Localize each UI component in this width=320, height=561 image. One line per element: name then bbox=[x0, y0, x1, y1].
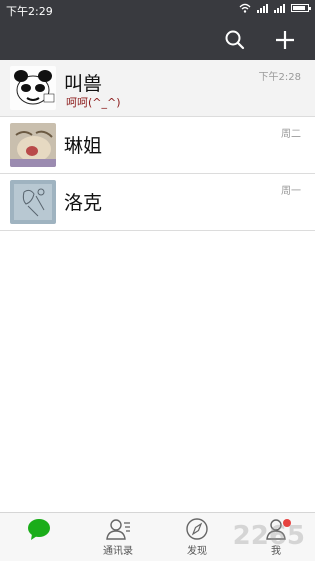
battery-icon bbox=[291, 4, 311, 12]
tab-label: 通讯录 bbox=[103, 546, 133, 557]
contacts-icon bbox=[106, 519, 130, 540]
avatar bbox=[10, 66, 56, 110]
tab-bar: 通讯录 发现 我 bbox=[0, 512, 315, 561]
chat-name: 洛克 bbox=[64, 192, 103, 214]
app-bar bbox=[0, 20, 315, 60]
tab-contacts[interactable]: 通讯录 bbox=[79, 513, 157, 561]
chat-time: 周一 bbox=[281, 186, 301, 197]
wifi-icon bbox=[239, 3, 251, 13]
chat-row[interactable]: 洛克 周一 bbox=[0, 174, 315, 231]
tab-discover[interactable]: 发现 bbox=[158, 513, 236, 561]
chat-time: 周二 bbox=[281, 129, 301, 140]
chat-list: 叫兽 呵呵(^_^) 下午2:28 琳姐 周二 洛克 周一 bbox=[0, 60, 315, 231]
compass-icon bbox=[186, 518, 208, 540]
avatar bbox=[10, 123, 56, 167]
search-icon bbox=[225, 30, 245, 50]
search-button[interactable] bbox=[219, 24, 251, 56]
chat-row[interactable]: 琳姐 周二 bbox=[0, 117, 315, 174]
chat-row[interactable]: 叫兽 呵呵(^_^) 下午2:28 bbox=[0, 60, 315, 117]
chat-name: 叫兽 bbox=[64, 73, 103, 95]
chat-bubble-icon bbox=[28, 519, 50, 540]
tab-label: 我 bbox=[271, 546, 281, 557]
avatar bbox=[10, 180, 56, 224]
signal-icon bbox=[257, 3, 268, 13]
signal-icon-2 bbox=[274, 3, 285, 13]
status-icons bbox=[239, 3, 311, 13]
tab-label: 发现 bbox=[187, 546, 207, 557]
tab-me[interactable]: 我 bbox=[237, 513, 315, 561]
add-button[interactable] bbox=[269, 24, 301, 56]
chat-time: 下午2:28 bbox=[258, 72, 301, 83]
plus-icon bbox=[276, 31, 294, 49]
tab-chats[interactable] bbox=[0, 513, 78, 561]
status-time: 下午2:29 bbox=[6, 5, 53, 18]
notification-badge bbox=[283, 519, 291, 527]
chat-last-message: 呵呵(^_^) bbox=[66, 96, 121, 109]
status-bar: 下午2:29 bbox=[0, 0, 315, 20]
chat-name: 琳姐 bbox=[64, 135, 103, 157]
